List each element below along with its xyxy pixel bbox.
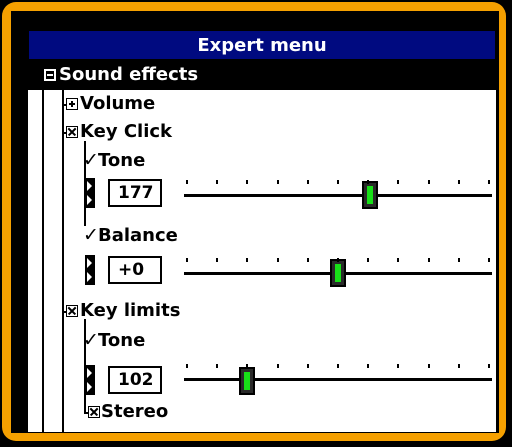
checked-box-icon[interactable] [88,406,100,418]
slider-tick [337,258,339,262]
slider-tick [337,180,339,184]
tree-label-key-click[interactable]: Key Click [80,120,172,144]
slider-tick [488,180,490,184]
slider-tick [186,364,188,368]
slider-tick [457,364,460,368]
slider-tick [216,258,219,262]
slider-tick [306,364,309,368]
slider-tick [306,258,309,262]
tree-label-tone[interactable]: Tone [98,149,145,173]
tone-value-field[interactable]: 102 [108,366,162,394]
slider-tick [186,258,188,262]
menu-title: Expert menu [28,30,496,60]
plus-box-icon[interactable] [66,98,78,110]
balance-value-field[interactable]: +0 [108,256,162,284]
spinner-arrows-icon[interactable] [85,365,95,395]
slider-tick [397,180,400,184]
slider-tick [457,180,460,184]
tree-label-stereo[interactable]: Stereo [101,400,168,424]
slider-tick [246,258,249,262]
slider-tick [367,364,370,368]
minus-box-icon[interactable] [44,69,56,81]
spinner-arrows-icon[interactable] [85,178,95,208]
slider-tick [427,180,430,184]
slider-tick [427,364,430,368]
check-icon: ✓ [83,224,99,246]
slider-tick [216,364,219,368]
check-icon: ✓ [83,149,99,171]
spinner-arrows-icon[interactable] [85,255,95,285]
slider-tick [367,180,370,184]
tree-panel: Sound effects Volume Key Click ✓ Tone 17… [28,61,496,432]
slider-tick [276,364,279,368]
tone-slider-thumb[interactable] [239,367,256,395]
checked-box-icon[interactable] [66,126,78,138]
slider-tick [488,258,490,262]
checked-box-icon[interactable] [66,305,78,317]
slider-tick [246,364,249,368]
tree-label-key-limits[interactable]: Key limits [80,299,180,323]
slider-tick [306,180,309,184]
slider-tick [397,364,400,368]
tone-value-field[interactable]: 177 [108,179,162,207]
slider-tick [488,364,490,368]
slider-tick [246,180,249,184]
tree-label-tone[interactable]: Tone [98,329,145,353]
slider-tick [216,180,219,184]
tree-label-balance[interactable]: Balance [98,224,178,248]
slider-tick [337,364,339,368]
tone-slider-thumb[interactable] [362,181,379,209]
tree-label-sound-effects: Sound effects [59,64,199,85]
slider-tick [457,258,460,262]
slider-tick [276,180,279,184]
slider-tick [186,180,188,184]
slider-tick [276,258,279,262]
balance-slider-thumb[interactable] [330,259,346,287]
check-icon: ✓ [83,329,99,351]
slider-tick [427,258,430,262]
tree-label-volume[interactable]: Volume [80,92,155,116]
slider-tick [397,258,400,262]
tone-slider-track[interactable] [184,194,492,197]
tree-line [62,90,64,432]
tone-slider-track[interactable] [184,378,492,381]
tree-line [42,61,44,432]
slider-tick [367,258,370,262]
